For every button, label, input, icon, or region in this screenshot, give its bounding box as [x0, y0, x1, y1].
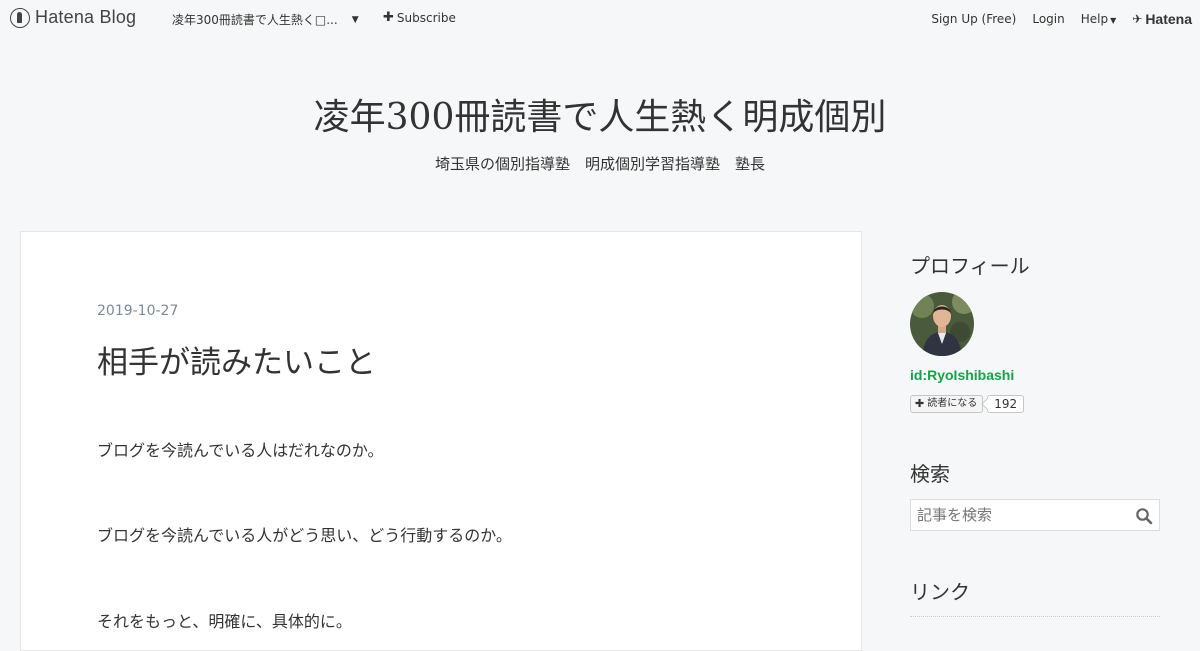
entry-card: 2019-10-27 相手が読みたいこと ブログを今読んでいる人はだれなのか。 … — [20, 231, 862, 651]
profile-module-title: プロフィール — [910, 254, 1030, 278]
signup-link[interactable]: Sign Up (Free) — [931, 12, 1016, 26]
entry-paragraph: ブログを今読んでいる人がどう思い、どう行動するのか。 — [97, 526, 512, 545]
search-box — [910, 499, 1160, 531]
entry-paragraph: それをもっと、明確に、具体的に。 — [97, 612, 352, 631]
entry-title[interactable]: 相手が読みたいこと — [97, 337, 376, 382]
search-input[interactable] — [911, 500, 1133, 530]
plus-icon: ✚ — [915, 397, 925, 410]
subscribe-button[interactable]: ✚ Subscribe — [383, 11, 456, 25]
blog-selector-label: 凌󠄀年300冊読書で人生熱く□... — [172, 13, 338, 27]
help-label: Help — [1080, 12, 1109, 26]
hatena-blog-logo[interactable]: Hatena Blog — [10, 7, 136, 28]
plus-icon: ✚ — [383, 10, 394, 25]
global-header: Hatena Blog 凌󠄀年300冊読書で人生熱く□... ▼ ✚ Subsc… — [0, 0, 1200, 36]
login-link[interactable]: Login — [1032, 12, 1064, 26]
help-menu[interactable]: Help ▼ — [1081, 12, 1117, 26]
avatar[interactable] — [910, 292, 974, 356]
account-nav: Sign Up (Free) Login Help ▼ ✈ Hatena — [915, 11, 1192, 27]
search-icon[interactable] — [1135, 507, 1153, 525]
blog-selector[interactable]: 凌󠄀年300冊読書で人生熱く□... ▼ — [172, 11, 359, 28]
reader-count: 192 — [987, 395, 1025, 413]
logo-text: Hatena Blog — [35, 7, 137, 27]
caret-down-icon: ▼ — [1110, 16, 1117, 25]
caret-down-icon: ▼ — [351, 14, 359, 25]
subscribe-reader-widget: ✚ 読者になる 192 — [910, 395, 1025, 413]
blog-description: 埼玉県の個別指導塾 明成個別学習指導塾 塾長 — [434, 155, 765, 173]
sidebar: プロフィール id:RyoIshibashi ✚ 読者になる 192 検索 リン… — [910, 250, 1160, 617]
subscribe-label: Subscribe — [396, 11, 456, 25]
search-module-title: 検索 — [910, 462, 950, 486]
divider — [910, 616, 1160, 617]
become-reader-label: 読者になる — [927, 398, 978, 409]
entry-date[interactable]: 2019-10-27 — [97, 303, 178, 319]
become-reader-button[interactable]: ✚ 読者になる — [910, 395, 984, 413]
hatena-blog-logo-icon — [10, 7, 30, 28]
hatena-mark-icon: ✈ — [1132, 12, 1143, 26]
blog-title[interactable]: 凌󠄀年300冊読書で人生熱く󠄀明成個別 — [0, 88, 1200, 140]
hatena-brand-link[interactable]: ✈ Hatena — [1132, 11, 1192, 27]
entry-paragraph: ブログを今読んでいる人はだれなのか。 — [97, 441, 384, 460]
link-module-title: リンク — [910, 580, 970, 604]
hatena-label: Hatena — [1145, 11, 1192, 27]
profile-user-id[interactable]: id:RyoIshibashi — [910, 367, 1014, 383]
